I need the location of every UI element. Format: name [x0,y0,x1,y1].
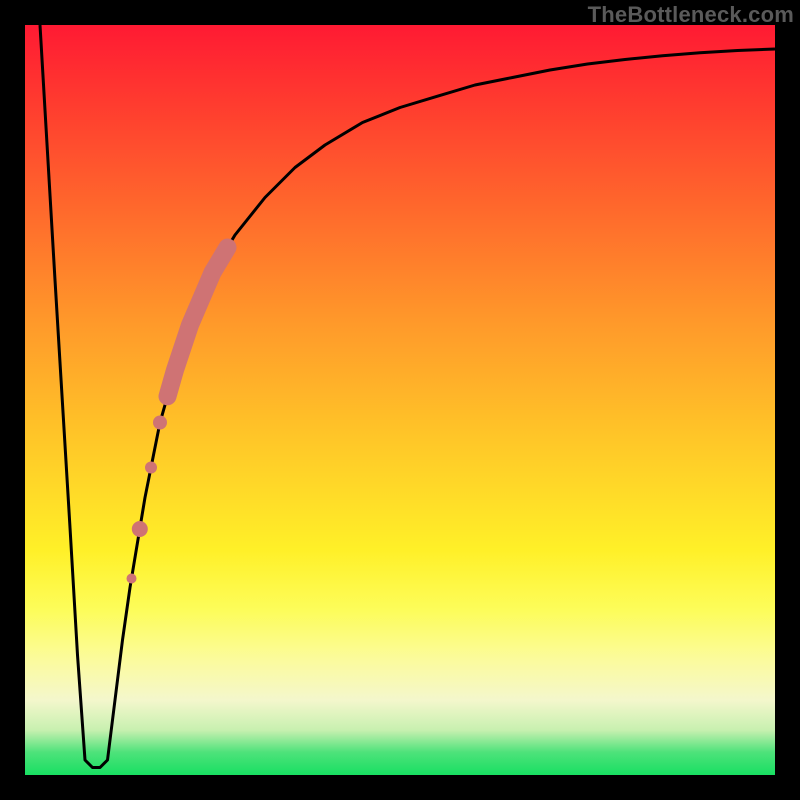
curve-path [40,25,775,768]
chart-svg [0,0,800,800]
highlight-dot [127,574,137,584]
chart-frame: TheBottleneck.com [0,0,800,800]
highlight-dot [132,521,148,537]
highlight-dot [153,416,167,430]
highlight-segment [168,248,228,397]
bottleneck-curve [40,25,775,768]
highlight-markers [127,248,228,584]
highlight-dot [145,462,157,474]
